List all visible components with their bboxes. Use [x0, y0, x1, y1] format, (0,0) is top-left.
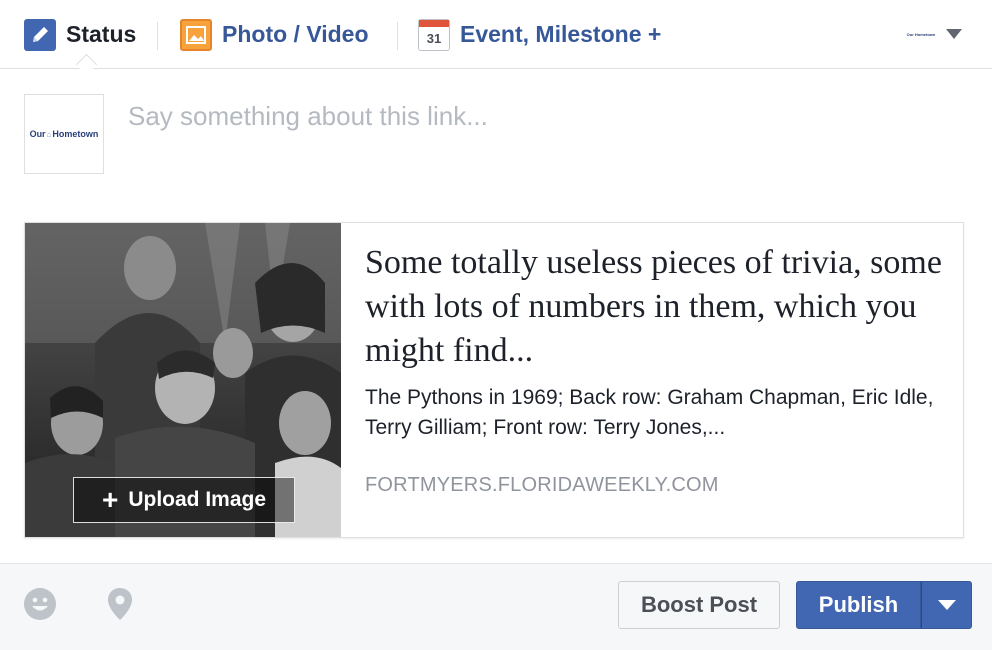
link-preview-card: + Upload Image Some totally useless piec…	[24, 222, 964, 538]
chevron-down-icon	[946, 29, 962, 39]
link-preview-title: Some totally useless pieces of trivia, s…	[365, 244, 942, 369]
publish-button[interactable]: Publish	[796, 581, 921, 629]
location-pin-icon[interactable]	[102, 586, 138, 622]
tab-event-milestone-label: Event, Milestone +	[460, 21, 662, 47]
publish-button-group: Publish	[796, 581, 972, 629]
chevron-down-icon	[937, 600, 956, 610]
tab-photo-video-label: Photo / Video	[222, 21, 369, 47]
house-icon: ⌂	[46, 129, 52, 139]
photo-icon	[180, 18, 212, 51]
pencil-icon	[24, 18, 56, 51]
tab-divider	[397, 22, 398, 50]
tab-event-milestone[interactable]: 31 Event, Milestone +	[418, 0, 661, 69]
link-preview-text[interactable]: Some totally useless pieces of trivia, s…	[365, 241, 945, 443]
tab-photo-video[interactable]: Photo / Video	[180, 0, 369, 69]
upload-image-button[interactable]: + Upload Image	[73, 477, 295, 523]
boost-post-button[interactable]: Boost Post	[618, 581, 780, 629]
composer-footer: Boost Post Publish	[0, 563, 992, 650]
tab-divider	[157, 22, 158, 50]
composer-tab-bar: Status Photo / Video 31 Event, Milestone…	[0, 0, 992, 69]
publish-options-button[interactable]	[921, 581, 972, 629]
smiley-icon[interactable]	[22, 586, 58, 622]
link-preview-description: The Pythons in 1969; Back row: Graham Ch…	[365, 386, 934, 439]
calendar-icon: 31	[418, 18, 450, 51]
tab-status-label: Status	[66, 21, 137, 47]
plus-icon: +	[101, 484, 119, 515]
page-logo-thumbnail: Our Hometown	[904, 18, 938, 50]
status-composer-input[interactable]	[128, 96, 928, 136]
link-preview-domain: FORTMYERS.FLORIDAWEEKLY.COM	[365, 474, 719, 496]
page-avatar: Our ⌂ Hometown	[24, 94, 104, 174]
page-selector[interactable]: Our Hometown	[904, 18, 962, 50]
link-preview-thumbnail[interactable]: + Upload Image	[25, 223, 341, 537]
